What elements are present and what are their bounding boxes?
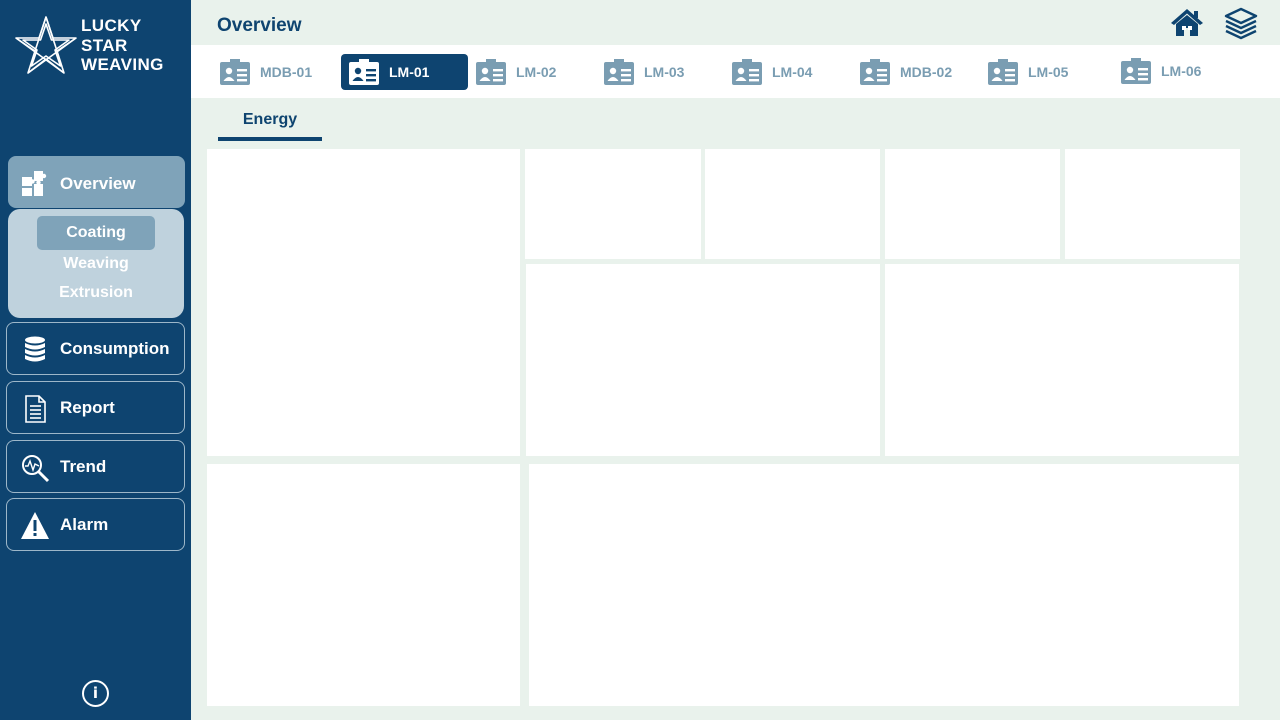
tab-energy[interactable]: Energy (218, 110, 322, 141)
tab-label: MDB-01 (260, 64, 313, 80)
id-card-icon (476, 59, 506, 85)
dashboard-panel-middle-left (526, 264, 880, 456)
submenu-item-weaving[interactable]: Weaving (8, 255, 184, 273)
sidebar-item-label: Report (60, 398, 115, 417)
brand-line-3: WEAVING (81, 55, 164, 74)
tab-lm-02[interactable]: LM-02 (468, 54, 588, 90)
tab-lm-05[interactable]: LM-05 (980, 54, 1100, 90)
sidebar: LUCKY STAR WEAVING Overview Coating Weav… (0, 0, 191, 720)
submenu-item-extrusion[interactable]: Extrusion (8, 284, 184, 302)
warning-icon (21, 512, 49, 539)
sidebar-item-label: Trend (60, 457, 107, 476)
page-title: Overview (217, 15, 302, 36)
tab-label: LM-01 (389, 64, 430, 80)
home-icon[interactable] (1170, 6, 1204, 40)
overview-submenu: Coating Weaving Extrusion (8, 209, 184, 318)
tab-mdb-01[interactable]: MDB-01 (212, 54, 332, 90)
tab-lm-04[interactable]: LM-04 (724, 54, 844, 90)
tab-label: LM-05 (1028, 64, 1069, 80)
id-card-icon (860, 59, 890, 85)
meter-tabs-bar: MDB-01 LM-01 LM-02 LM-03 LM-04 MDB-02 LM… (191, 45, 1280, 98)
tab-label: LM-04 (772, 64, 813, 80)
tab-label: LM-03 (644, 64, 685, 80)
database-icon (25, 336, 45, 362)
dashboard-panel-bottom-left (207, 464, 520, 706)
tab-lm-01[interactable]: LM-01 (341, 54, 468, 90)
sidebar-item-label: Overview (60, 174, 136, 193)
dashboard-panel-left-large (207, 149, 520, 456)
dashboard-panel-kpi-2 (705, 149, 880, 259)
trend-magnifier-icon (22, 455, 50, 483)
tab-label: LM-02 (516, 64, 557, 80)
sidebar-item-label: Alarm (60, 515, 109, 534)
dashboard-panel-middle-right (885, 264, 1239, 456)
info-icon[interactable]: i (82, 680, 109, 707)
dashboard-panel-kpi-3 (885, 149, 1060, 259)
id-card-icon (604, 59, 634, 85)
sidebar-item-report[interactable]: Report (6, 381, 185, 434)
id-card-icon (220, 59, 250, 85)
tab-lm-06[interactable]: LM-06 (1113, 53, 1233, 89)
tab-label: LM-06 (1161, 63, 1202, 79)
submenu-item-coating[interactable]: Coating (8, 224, 184, 242)
dashboard-panel-bottom-wide (529, 464, 1239, 706)
puzzle-icon (22, 171, 47, 196)
sidebar-item-overview[interactable]: Overview (8, 156, 185, 208)
sidebar-item-alarm[interactable]: Alarm (6, 498, 185, 551)
layers-stack-icon[interactable] (1224, 6, 1258, 40)
dashboard-panel-kpi-1 (525, 149, 701, 259)
id-card-icon (988, 59, 1018, 85)
tab-energy-label: Energy (242, 111, 298, 128)
id-card-icon (732, 59, 762, 85)
tab-label: MDB-02 (900, 64, 953, 80)
tab-mdb-02[interactable]: MDB-02 (852, 54, 972, 90)
star-logo-icon (15, 16, 77, 74)
dashboard-panel-kpi-4 (1065, 149, 1240, 259)
brand-line-2: STAR (81, 35, 128, 55)
brand-name: LUCKY STAR WEAVING (81, 16, 164, 75)
tab-lm-03[interactable]: LM-03 (596, 54, 716, 90)
id-card-icon (1121, 58, 1151, 84)
sidebar-item-trend[interactable]: Trend (6, 440, 185, 493)
id-card-icon (349, 59, 379, 85)
brand-logo: LUCKY STAR WEAVING (14, 14, 184, 80)
document-icon (25, 395, 46, 423)
brand-line-1: LUCKY (81, 16, 142, 35)
sidebar-item-label: Consumption (60, 339, 170, 358)
sidebar-item-consumption[interactable]: Consumption (6, 322, 185, 375)
